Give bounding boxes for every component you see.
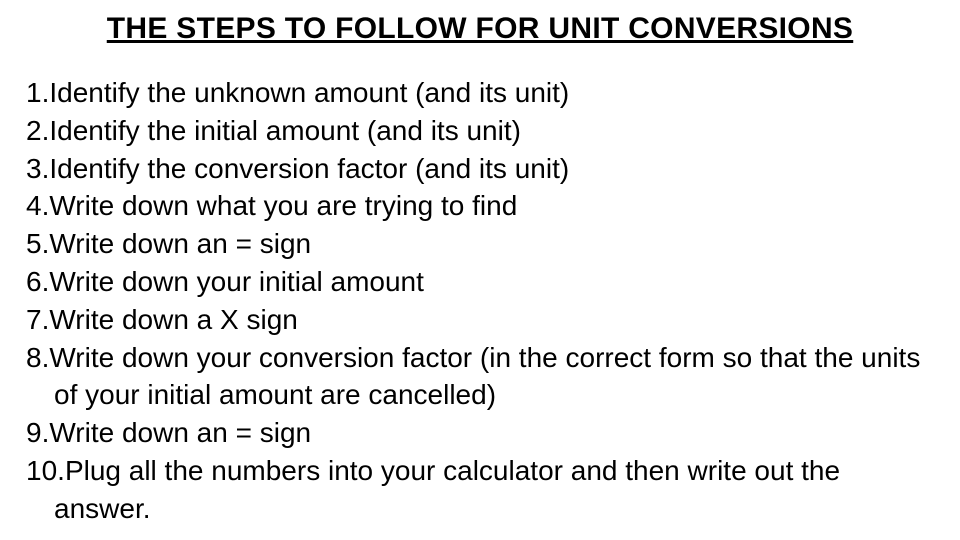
step-number: 7. <box>26 304 49 335</box>
list-item: 8.Write down your conversion factor (in … <box>54 339 940 415</box>
list-item: 10.Plug all the numbers into your calcul… <box>54 452 940 528</box>
step-text: Write down an = sign <box>49 228 311 259</box>
step-text: Identify the unknown amount (and its uni… <box>49 77 569 108</box>
list-item: 6.Write down your initial amount <box>54 263 940 301</box>
step-number: 9. <box>26 417 49 448</box>
step-number: 8. <box>26 342 49 373</box>
list-item: 4.Write down what you are trying to find <box>54 187 940 225</box>
page-title: THE STEPS TO FOLLOW FOR UNIT CONVERSIONS <box>20 12 940 46</box>
list-item: 9.Write down an = sign <box>54 414 940 452</box>
step-text: Plug all the numbers into your calculato… <box>54 455 840 524</box>
step-number: 2. <box>26 115 49 146</box>
step-number: 4. <box>26 190 49 221</box>
step-number: 10. <box>26 455 65 486</box>
step-text: Write down your initial amount <box>49 266 424 297</box>
list-item: 2.Identify the initial amount (and its u… <box>54 112 940 150</box>
step-text: Write down an = sign <box>49 417 311 448</box>
steps-list: 1.Identify the unknown amount (and its u… <box>20 74 940 528</box>
list-item: 7.Write down a X sign <box>54 301 940 339</box>
step-text: Write down your conversion factor (in th… <box>49 342 920 411</box>
list-item: 5.Write down an = sign <box>54 225 940 263</box>
step-number: 6. <box>26 266 49 297</box>
list-item: 1.Identify the unknown amount (and its u… <box>54 74 940 112</box>
list-item: 3.Identify the conversion factor (and it… <box>54 150 940 188</box>
step-text: Identify the initial amount (and its uni… <box>49 115 521 146</box>
step-text: Write down what you are trying to find <box>49 190 517 221</box>
step-number: 3. <box>26 153 49 184</box>
step-text: Write down a X sign <box>49 304 298 335</box>
step-text: Identify the conversion factor (and its … <box>49 153 569 184</box>
step-number: 5. <box>26 228 49 259</box>
step-number: 1. <box>26 77 49 108</box>
